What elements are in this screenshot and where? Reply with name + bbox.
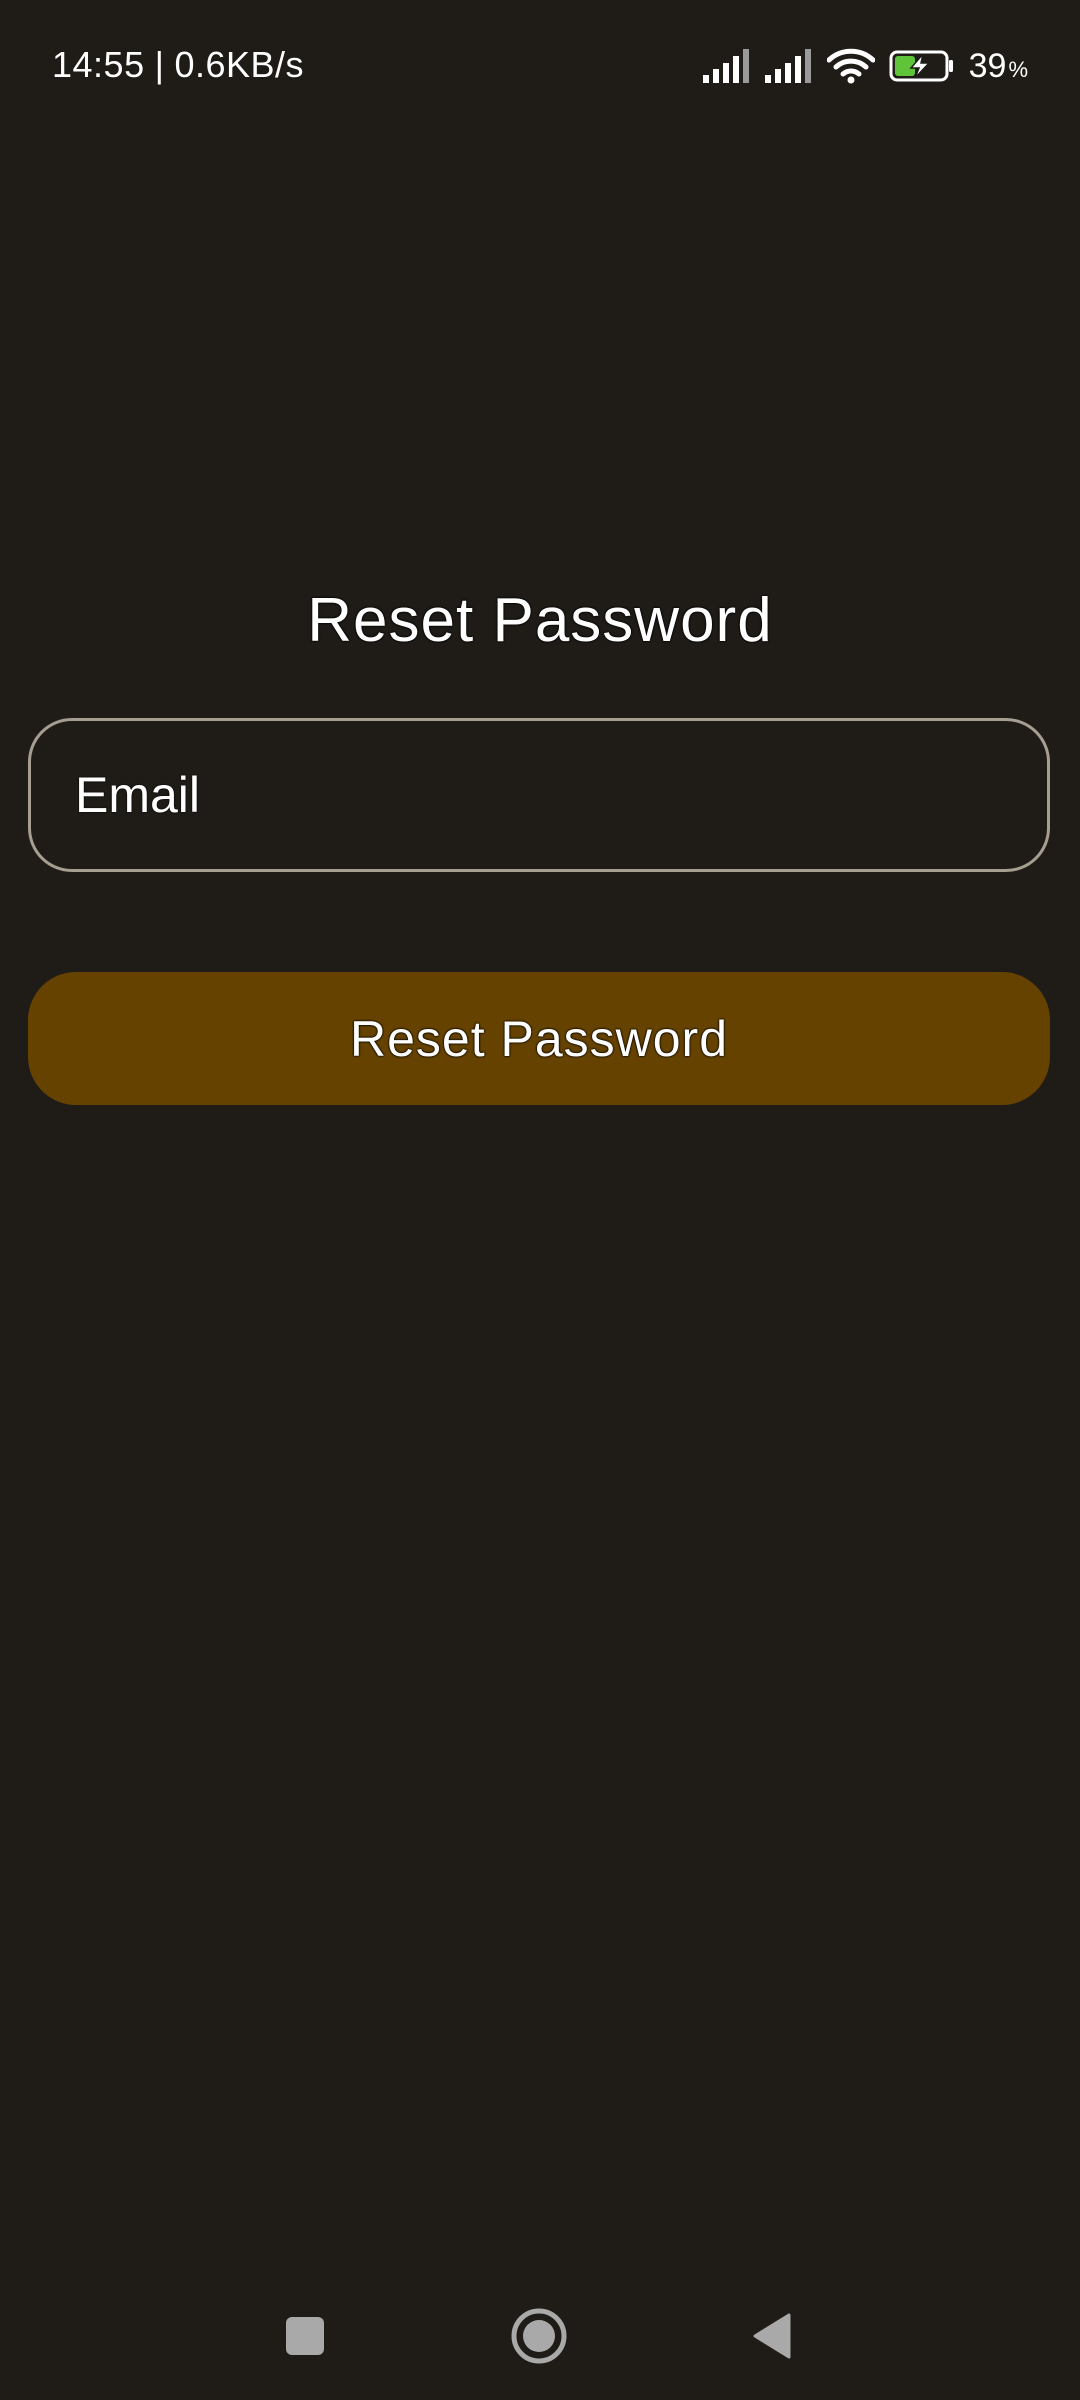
page-title: Reset Password bbox=[307, 586, 773, 655]
email-placeholder: Email bbox=[75, 767, 201, 823]
home-button[interactable] bbox=[499, 2298, 579, 2378]
reset-password-button[interactable]: Reset Password bbox=[28, 972, 1050, 1105]
reset-password-button-label: Reset Password bbox=[349, 1010, 729, 1067]
network-speed: 0.6KB/s bbox=[174, 44, 305, 85]
email-field[interactable]: Email bbox=[28, 718, 1050, 872]
wifi-icon bbox=[826, 48, 875, 84]
status-time: 14:55 bbox=[52, 44, 145, 85]
status-right: 39 % bbox=[702, 44, 1028, 88]
battery-charging-icon bbox=[889, 49, 955, 83]
recents-icon bbox=[285, 2316, 325, 2361]
back-icon bbox=[751, 2313, 793, 2364]
battery-percent-unit: % bbox=[1008, 56, 1028, 82]
navigation-bar bbox=[0, 2270, 1080, 2400]
battery-percentage: 39 % bbox=[969, 47, 1028, 86]
status-left: 14:55 | 0.6KB/s bbox=[52, 44, 304, 86]
back-button[interactable] bbox=[732, 2298, 812, 2378]
home-icon bbox=[510, 2307, 568, 2370]
status-separator: | bbox=[154, 44, 165, 85]
recents-button[interactable] bbox=[265, 2298, 345, 2378]
status-bar: 14:55 | 0.6KB/s 39 % bbox=[0, 0, 1080, 130]
signal-icon bbox=[702, 49, 751, 83]
signal-icon bbox=[764, 49, 813, 83]
battery-percent-value: 39 bbox=[968, 46, 1007, 85]
